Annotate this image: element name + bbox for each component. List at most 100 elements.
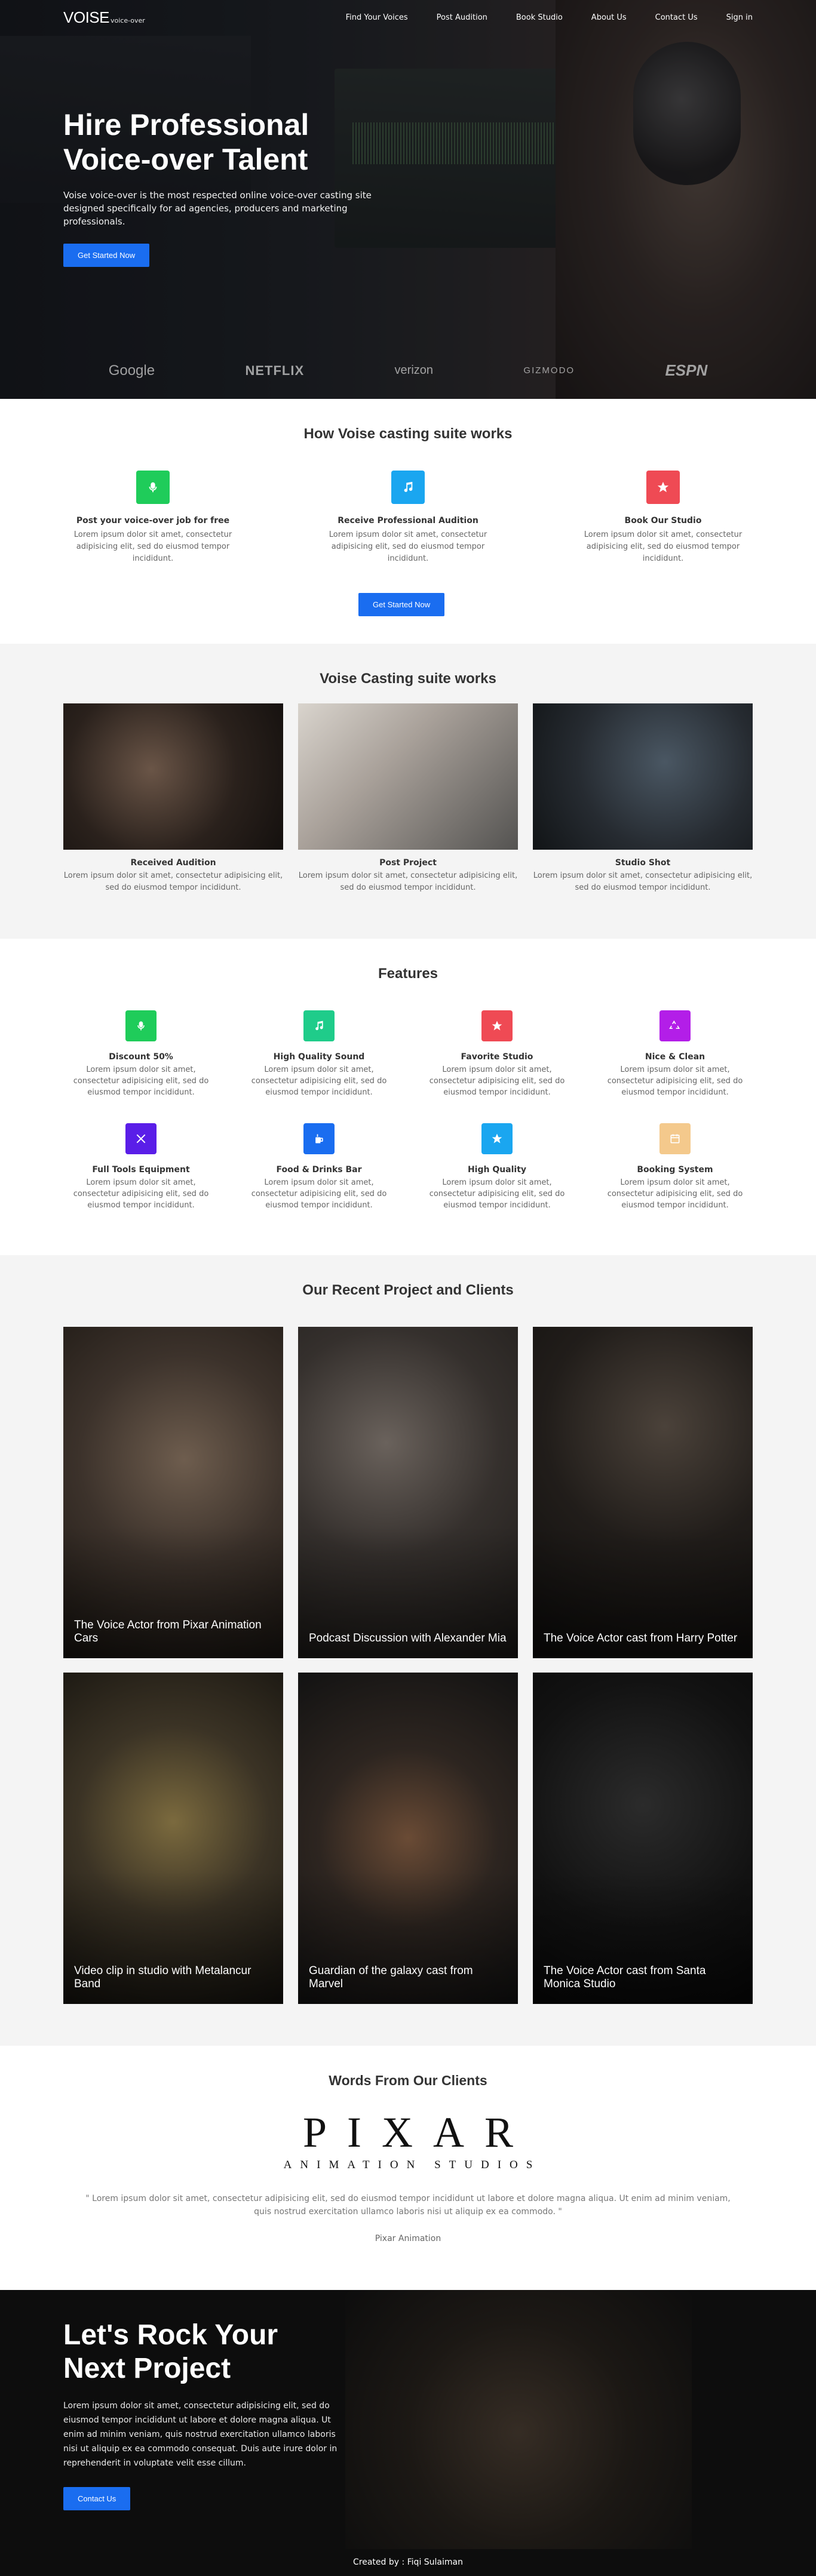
pixar-logo-sub: ANIMATION STUDIOS [283,2159,541,2171]
nav-book-studio[interactable]: Book Studio [516,13,563,22]
features-title: Features [378,966,438,982]
step-title: Receive Professional Audition [338,516,478,525]
feature-item: Favorite Studio Lorem ipsum dolor sit am… [419,1010,575,1098]
feature-text: Lorem ipsum dolor sit amet, consectetur … [429,1065,565,1097]
tools-icon [125,1123,157,1154]
hero-title-line2: Voice-over Talent [63,143,308,176]
steps-list: Post your voice-over job for free Lorem … [63,471,753,565]
suite-card: Studio Shot Lorem ipsum dolor sit amet, … [533,703,753,894]
suite-card-title: Post Project [379,858,437,868]
feature-title: High Quality Sound [273,1052,365,1062]
project-label: Podcast Discussion with Alexander Mia [309,1632,507,1644]
feature-item: High Quality Sound Lorem ipsum dolor sit… [241,1010,397,1098]
step-text: Lorem ipsum dolor sit amet, consectetur … [73,530,232,563]
suite-card: Received Audition Lorem ipsum dolor sit … [63,703,283,894]
nav-about-us[interactable]: About Us [591,13,627,22]
project-card[interactable]: The Voice Actor from Pixar Animation Car… [63,1327,283,1658]
get-started-button-secondary[interactable]: Get Started Now [358,593,445,616]
pixar-logo: PIXAR ANIMATION STUDIOS [0,2110,816,2172]
nav-find-voices[interactable]: Find Your Voices [346,13,408,22]
feature-text: Lorem ipsum dolor sit amet, consectetur … [607,1065,743,1097]
gizmodo-logo: GIZMODO [523,365,575,376]
music-icon [303,1010,335,1041]
espn-logo: ESPN [665,361,708,379]
testimonial-author: Pixar Animation [375,2234,441,2243]
feature-item: Full Tools Equipment Lorem ipsum dolor s… [63,1123,219,1211]
project-label: The Voice Actor cast from Santa Monica S… [544,1965,706,1990]
cta-title: Let's Rock Your Next Project [63,2319,350,2386]
project-card[interactable]: The Voice Actor cast from Santa Monica S… [533,1673,753,2004]
star-icon [646,471,680,504]
cta-text: Lorem ipsum dolor sit amet, consectetur … [63,2401,338,2468]
feature-title: Full Tools Equipment [92,1165,190,1175]
cta-title-line1: Let's Rock Your [63,2319,278,2351]
feature-title: Discount 50% [109,1052,173,1062]
logo-main-text: VOISE [63,8,109,26]
feature-title: Favorite Studio [461,1052,533,1062]
project-card[interactable]: Guardian of the galaxy cast from Marvel [298,1673,518,2004]
feature-text: Lorem ipsum dolor sit amet, consectetur … [73,1065,209,1097]
nav-contact-us[interactable]: Contact Us [655,13,698,22]
site-logo[interactable]: VOISE voice-over [63,8,145,27]
suite-card-text: Lorem ipsum dolor sit amet, consectetur … [298,871,518,892]
suite-cards: Received Audition Lorem ipsum dolor sit … [63,703,753,894]
studio-microphone-photo [63,703,283,850]
feature-item: Nice & Clean Lorem ipsum dolor sit amet,… [597,1010,753,1098]
feature-title: Booking System [637,1165,713,1175]
cta-content: Let's Rock Your Next Project Lorem ipsum… [63,2319,350,2510]
project-label: The Voice Actor cast from Harry Potter [544,1632,738,1644]
feature-text: Lorem ipsum dolor sit amet, consectetur … [429,1178,565,1210]
cta-background-image [345,2290,692,2549]
recycle-icon [659,1010,691,1041]
hero-section: Hire Professional Voice-over Talent Vois… [0,0,816,399]
suite-card-text: Lorem ipsum dolor sit amet, consectetur … [63,871,283,892]
step-item: Receive Professional Audition Lorem ipsu… [318,471,498,565]
feature-title: High Quality [467,1165,527,1175]
project-card[interactable]: Video clip in studio with Metalancur Ban… [63,1673,283,2004]
testimonial-quote: " Lorem ipsum dolor sit amet, consectetu… [85,2194,731,2217]
suite-card: Post Project Lorem ipsum dolor sit amet,… [298,703,518,894]
feature-text: Lorem ipsum dolor sit amet, consectetur … [251,1178,387,1210]
casting-suite-title: Voise Casting suite works [320,671,496,687]
step-title: Book Our Studio [624,516,702,525]
hero-description: Voise voice-over is the most respected o… [63,190,372,227]
how-it-works-title: How Voise casting suite works [303,426,513,442]
step-item: Book Our Studio Lorem ipsum dolor sit am… [573,471,753,565]
feature-title: Food & Drinks Bar [276,1165,362,1175]
testimonial-title: Words From Our Clients [329,2073,487,2088]
brand-logos: Google NETFLIX verizon GIZMODO ESPN [63,361,753,380]
project-label: Video clip in studio with Metalancur Ban… [74,1965,251,1990]
testimonial-section: Words From Our Clients PIXAR ANIMATION S… [0,2046,816,2290]
get-started-button[interactable]: Get Started Now [63,244,150,267]
cta-section: Let's Rock Your Next Project Lorem ipsum… [0,2290,816,2549]
step-text: Lorem ipsum dolor sit amet, consectetur … [584,530,743,563]
nav-post-audition[interactable]: Post Audition [437,13,487,22]
microphone-icon [125,1010,157,1041]
nav-sign-in[interactable]: Sign in [726,13,753,22]
google-logo: Google [108,362,155,379]
step-item: Post your voice-over job for free Lorem … [63,471,243,565]
contact-us-button[interactable]: Contact Us [63,2487,131,2510]
step-text: Lorem ipsum dolor sit amet, consectetur … [329,530,487,563]
hero-content: Hire Professional Voice-over Talent Vois… [63,107,374,267]
feature-text: Lorem ipsum dolor sit amet, consectetur … [251,1065,387,1097]
projects-grid: The Voice Actor from Pixar Animation Car… [63,1327,753,2004]
project-card[interactable]: The Voice Actor cast from Harry Potter [533,1327,753,1658]
feature-item: High Quality Lorem ipsum dolor sit amet,… [419,1123,575,1211]
suite-card-title: Received Audition [130,858,216,868]
podcast-photo [298,703,518,850]
hero-title-line1: Hire Professional [63,108,309,142]
casting-suite-section: Voise Casting suite works Received Audit… [0,644,816,939]
netflix-logo: NETFLIX [245,362,305,378]
top-navigation: VOISE voice-over Find Your Voices Post A… [0,0,816,35]
footer-credit: Created by : Fiqi Sulaiman [352,2557,463,2567]
suite-card-text: Lorem ipsum dolor sit amet, consectetur … [533,871,753,892]
star-icon [481,1123,513,1154]
recent-projects-section: Our Recent Project and Clients The Voice… [0,1255,816,2046]
feature-item: Discount 50% Lorem ipsum dolor sit amet,… [63,1010,219,1098]
cta-title-line2: Next Project [63,2353,231,2384]
project-card[interactable]: Podcast Discussion with Alexander Mia [298,1327,518,1658]
feature-title: Nice & Clean [645,1052,705,1062]
features-grid: Discount 50% Lorem ipsum dolor sit amet,… [63,1010,753,1211]
recent-projects-title: Our Recent Project and Clients [302,1282,514,1298]
